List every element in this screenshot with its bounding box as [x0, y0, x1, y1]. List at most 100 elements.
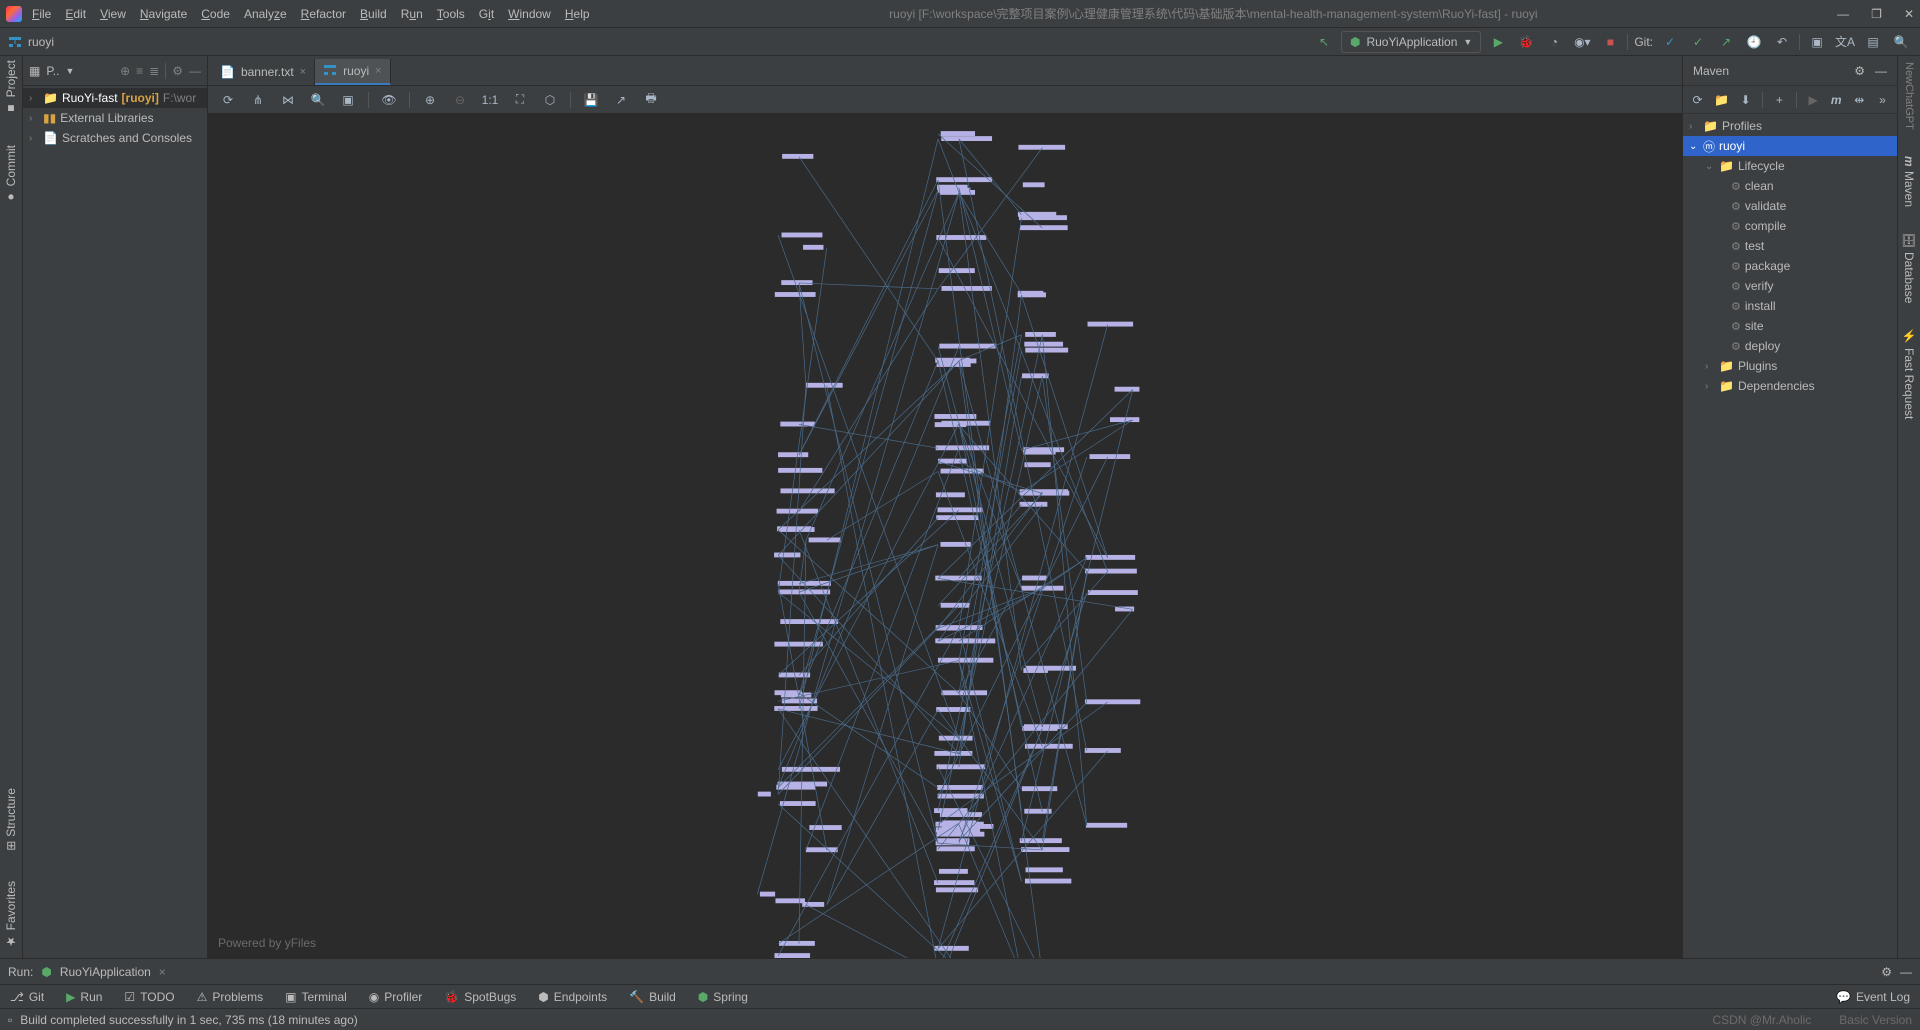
settings-icon[interactable]: ⚙	[172, 64, 183, 78]
hide-icon[interactable]: —	[1900, 965, 1912, 979]
external-libraries[interactable]: › ▮▮ External Libraries	[23, 108, 207, 128]
git-push-button[interactable]: ↗	[1715, 31, 1737, 53]
locate-icon[interactable]: ⊕	[120, 64, 130, 78]
actual-size-icon[interactable]: 1:1	[480, 89, 500, 111]
settings-icon[interactable]: ⚙	[1881, 965, 1892, 979]
expand-icon[interactable]: ≡	[136, 64, 143, 78]
save-icon[interactable]: 💾	[581, 89, 601, 111]
tool-run[interactable]: ▶Run	[66, 990, 102, 1004]
maven-plugins[interactable]: › 📁 Plugins	[1683, 356, 1897, 376]
run-config-selector[interactable]: ⬢ RuoYiApplication ▼	[1341, 31, 1481, 53]
maven-goal-site[interactable]: ⚙site	[1683, 316, 1897, 336]
download-icon[interactable]: ⬇	[1739, 89, 1752, 111]
export-icon[interactable]: ↗	[611, 89, 631, 111]
menu-build[interactable]: Build	[360, 7, 387, 21]
tool-endpoints[interactable]: ⬢Endpoints	[538, 990, 607, 1004]
tool-terminal[interactable]: ▣Terminal	[285, 990, 347, 1004]
menu-code[interactable]: Code	[201, 7, 230, 21]
git-rollback-button[interactable]: ↶	[1771, 31, 1793, 53]
maven-goal-test[interactable]: ⚙test	[1683, 236, 1897, 256]
menu-run[interactable]: Run	[401, 7, 423, 21]
chevron-down-icon[interactable]: ▼	[65, 66, 74, 76]
git-history-button[interactable]: 🕘	[1743, 31, 1765, 53]
menu-refactor[interactable]: Refactor	[301, 7, 346, 21]
zoom-in-icon[interactable]: 🔍	[308, 89, 328, 111]
execute-goal-icon[interactable]: m	[1830, 89, 1843, 111]
hide-icon[interactable]: —	[1875, 64, 1887, 78]
tool-todo[interactable]: ☑TODO	[124, 990, 174, 1004]
search-everywhere-icon[interactable]: 🔍	[1890, 31, 1912, 53]
add-icon[interactable]: ⊕	[420, 89, 440, 111]
scratches-consoles[interactable]: › 📄 Scratches and Consoles	[23, 128, 207, 148]
maven-goal-package[interactable]: ⚙package	[1683, 256, 1897, 276]
tool-structure[interactable]: ⊞Structure	[4, 788, 18, 851]
maven-dependencies[interactable]: › 📁 Dependencies	[1683, 376, 1897, 396]
tab-ruoyi[interactable]: ruoyi ×	[315, 59, 390, 85]
diagram-canvas[interactable]: Powered by yFiles	[208, 114, 1682, 958]
build-hammer-icon[interactable]: ↖	[1313, 31, 1335, 53]
route-icon[interactable]: ⋔	[248, 89, 268, 111]
add-maven-icon[interactable]: +	[1773, 89, 1786, 111]
menu-navigate[interactable]: Navigate	[140, 7, 187, 21]
refresh-icon[interactable]: ⟳	[218, 89, 238, 111]
print-icon[interactable]: 🖶	[641, 89, 661, 111]
tool-git[interactable]: ⎇Git	[10, 990, 44, 1004]
run-config-name[interactable]: RuoYiApplication	[60, 965, 151, 979]
more-icon[interactable]: »	[1876, 89, 1889, 111]
tool-favorites[interactable]: ★Favorites	[4, 881, 18, 948]
layout-icon[interactable]: ⋈	[278, 89, 298, 111]
fit-content-icon[interactable]: ⛶	[510, 89, 530, 111]
maven-goal-install[interactable]: ⚙install	[1683, 296, 1897, 316]
reload-icon[interactable]: ⟳	[1691, 89, 1704, 111]
tool-profiler[interactable]: ◉Profiler	[369, 990, 423, 1004]
status-icon[interactable]: ▫	[8, 1013, 12, 1027]
tab-banner[interactable]: 📄 banner.txt ×	[212, 59, 315, 85]
menu-help[interactable]: Help	[565, 7, 590, 21]
stop-button[interactable]: ■	[1599, 31, 1621, 53]
close-button[interactable]: ✕	[1904, 7, 1914, 21]
maven-goal-deploy[interactable]: ⚙deploy	[1683, 336, 1897, 356]
maximize-button[interactable]: ❐	[1871, 7, 1882, 21]
menu-edit[interactable]: Edit	[65, 7, 86, 21]
close-icon[interactable]: ×	[375, 65, 381, 77]
fit-icon[interactable]: ▣	[338, 89, 358, 111]
maven-goal-clean[interactable]: ⚙clean	[1683, 176, 1897, 196]
close-icon[interactable]: ×	[300, 66, 306, 78]
project-panel-title[interactable]: P..	[46, 64, 59, 78]
project-root[interactable]: › 📁 RuoYi-fast [ruoyi] F:\wor	[23, 88, 207, 108]
tool-maven[interactable]: mMaven	[1902, 156, 1916, 207]
minimize-button[interactable]: —	[1837, 7, 1849, 21]
coverage-button[interactable]: ◔	[1543, 31, 1565, 53]
tool-newchatgpt[interactable]: NewChatGPT	[1903, 62, 1915, 130]
tool-spring[interactable]: ⬢Spring	[698, 990, 748, 1004]
tool-fastrequest[interactable]: ⚡Fast Request	[1902, 329, 1916, 419]
menu-analyze[interactable]: Analyze	[244, 7, 287, 21]
menu-tools[interactable]: Tools	[437, 7, 465, 21]
collapse-icon[interactable]: ≣	[149, 64, 159, 78]
translate-icon[interactable]: 文A	[1834, 31, 1856, 53]
git-commit-button[interactable]: ✓	[1687, 31, 1709, 53]
profile-button[interactable]: ◉▾	[1571, 31, 1593, 53]
event-log[interactable]: 💬Event Log	[1836, 990, 1910, 1004]
git-update-button[interactable]: ✓	[1659, 31, 1681, 53]
hide-icon[interactable]: —	[189, 64, 201, 78]
menu-window[interactable]: Window	[508, 7, 551, 21]
maven-goal-verify[interactable]: ⚙verify	[1683, 276, 1897, 296]
settings-icon[interactable]: ⚙	[1854, 64, 1865, 78]
generate-sources-icon[interactable]: 📁	[1714, 89, 1729, 111]
menu-git[interactable]: Git	[479, 7, 494, 21]
run-maven-icon[interactable]: ▶	[1807, 89, 1820, 111]
menu-file[interactable]: File	[32, 7, 51, 21]
breadcrumb[interactable]: ruoyi	[28, 35, 54, 49]
close-icon[interactable]: ×	[159, 965, 166, 979]
debug-button[interactable]: 🐞	[1515, 31, 1537, 53]
tool-build[interactable]: 🔨Build	[629, 990, 676, 1004]
maven-lifecycle[interactable]: ⌄ 📁 Lifecycle	[1683, 156, 1897, 176]
tool-project[interactable]: ■Project	[4, 60, 18, 115]
code-with-me-icon[interactable]: ▣	[1806, 31, 1828, 53]
share-icon[interactable]: ⬡	[540, 89, 560, 111]
maven-profiles[interactable]: › 📁 Profiles	[1683, 116, 1897, 136]
maven-goal-compile[interactable]: ⚙compile	[1683, 216, 1897, 236]
show-icon[interactable]: 👁	[379, 89, 399, 111]
tool-commit[interactable]: ●Commit	[4, 145, 18, 204]
